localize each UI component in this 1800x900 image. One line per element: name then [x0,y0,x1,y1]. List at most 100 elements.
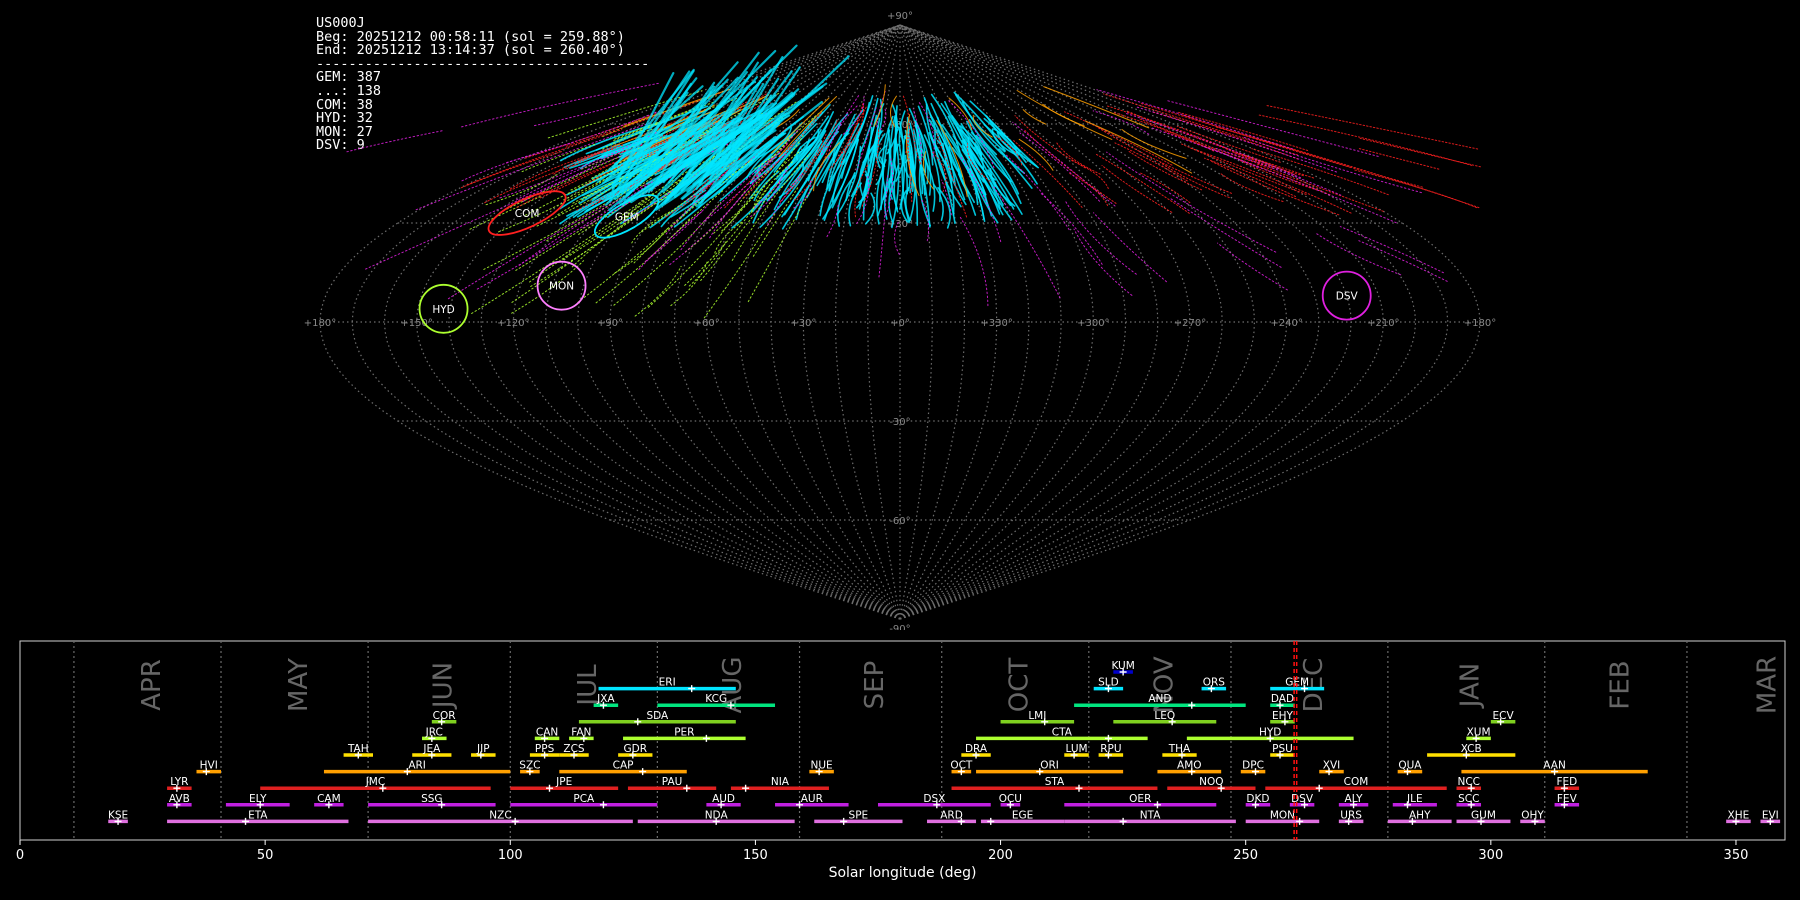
shower-label-urs: URS [1340,809,1362,821]
x-tick-label: 300 [1478,848,1503,863]
shower-label-pps: PPS [535,743,555,755]
shower-label-ohy: OHY [1521,809,1544,821]
shower-label-amo: AMO [1177,760,1202,772]
x-tick-label: 0 [16,848,24,863]
meteor-trail [713,220,744,258]
lon-tick-label: +30° [790,318,816,329]
meteor-trail [1316,233,1402,276]
shower-label-jip: JIP [476,743,490,755]
shower-label-nzc: NZC [489,809,511,821]
shower-label-aly: ALY [1345,793,1364,805]
meteor-trail [1135,106,1337,173]
lon-tick-label: +60° [694,318,720,329]
meteor-trail [1220,173,1284,202]
shower-label-nue: NUE [811,760,833,772]
meteor-trail [993,186,1061,299]
shower-label-avb: AVB [169,793,190,805]
shower-label-dsx: DSX [923,793,945,805]
meteor-trail [1165,99,1379,157]
shower-label-kum: KUM [1111,660,1134,672]
meteor-trail [1073,228,1133,296]
lon-tick-label: +180° [304,318,336,329]
shower-label-oer: OER [1129,793,1151,805]
shower-label-oct: OCT [950,760,973,772]
shower-label-ard: ARD [940,809,963,821]
shower-label-ege: EGE [1012,809,1033,821]
meteor-trail [1354,169,1478,209]
meteor-trail [1012,121,1116,207]
month-label: JUN [429,662,459,710]
meteor-trail [634,265,682,317]
radiant-label-hyd: HYD [432,304,454,316]
shower-label-dpc: DPC [1242,760,1264,772]
radiant-label-dsv: DSV [1336,291,1359,303]
x-tick-label: 200 [988,848,1013,863]
shower-label-nia: NIA [771,776,790,788]
shower-label-scc: SCC [1458,793,1479,805]
lon-tick-label: +180° [1464,318,1496,329]
radiant-label-mon: MON [549,281,574,293]
x-axis-label: Solar longitude (deg) [829,865,977,881]
shower-label-fan: FAN [571,726,591,738]
meteor-trail [461,82,661,128]
shower-label-lyr: LYR [170,776,188,788]
shower-label-cta: CTA [1052,726,1073,738]
meteor-trail [684,188,747,253]
x-tick-label: 100 [498,848,523,863]
shower-label-cam: CAM [317,793,341,805]
shower-label-gum: GUM [1471,809,1496,821]
shower-label-pca: PCA [573,793,595,805]
shower-label-ocu: OCU [999,793,1022,805]
shower-label-dra: DRA [965,743,988,755]
lon-tick-label: +270° [1174,318,1206,329]
sky-map: +180° +150° +120° +90° +60° +30° +0° +330° +300°… [304,11,1496,630]
shower-label-fev: FEV [1557,793,1578,805]
meteor-trail [987,169,1012,207]
shower-label-dad: DAD [1271,693,1294,705]
shower-label-ssg: SSG [421,793,442,805]
shower-label-hvi: HVI [200,760,218,772]
meteor-trail [534,98,639,127]
meteor-trail [1176,125,1281,163]
shower-label-xcb: XCB [1461,743,1482,755]
shower-label-noo: NOO [1199,776,1223,788]
lon-tick-label: +90° [597,318,623,329]
x-tick-label: 350 [1724,848,1749,863]
lon-tick-label: +0° [890,318,910,329]
meteor-trail [1357,147,1440,170]
shower-label-ely: ELY [249,793,267,805]
meteor-trail [1040,192,1103,265]
shower-label-per: PER [674,726,694,738]
shower-timeline-chart: APR MAY JUN JUL AUG SEP OCT NOV DEC JAN FEB MARKUME… [16,640,1786,881]
shower-label-ncc: NCC [1458,776,1481,788]
shower-label-com: COM [1344,776,1369,788]
shower-label-xum: XUM [1467,726,1491,738]
shower-label-aan: AAN [1543,760,1566,772]
meteor-trail [1013,140,1083,208]
month-label: FEB [1605,660,1635,709]
shower-label-dkd: DKD [1246,793,1269,805]
meridian-line [480,24,901,620]
shower-label-hyd: HYD [1259,726,1281,738]
month-label: JAN [1456,663,1486,709]
shower-label-ors: ORS [1203,677,1226,689]
shower-label-eta: ETA [248,809,268,821]
lon-tick-label: +330° [980,318,1012,329]
meteor-trail [1016,90,1113,140]
radiant-label-gem: GEM [615,211,639,223]
month-label: MAY [284,658,314,712]
shower-label-ari: ARI [408,760,426,772]
shower-label-leq: LEQ [1154,710,1175,722]
shower-label-spe: SPE [849,809,869,821]
shower-label-sld: SLD [1098,677,1119,689]
meteor-trail [1215,126,1480,209]
shower-label-ori: ORI [1040,760,1059,772]
meteor-trail [1056,142,1101,175]
meteor-trail [1114,142,1188,182]
meteor-trail [1170,198,1282,268]
shower-label-jle: JLE [1406,793,1423,805]
meteor-trail [1358,240,1448,282]
lat-tick-label: +90° [887,11,913,22]
shower-label-cor: COR [433,710,456,722]
meteor-trail [1339,226,1444,274]
